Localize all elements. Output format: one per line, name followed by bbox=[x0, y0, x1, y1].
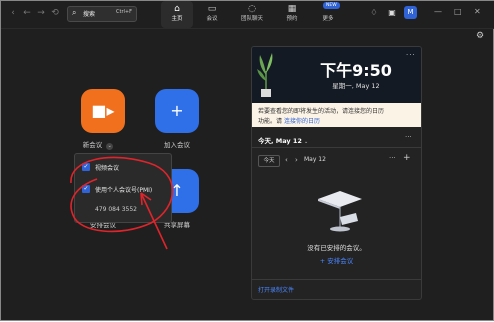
plus-icon: + bbox=[170, 101, 184, 120]
current-time: 下午9:50 bbox=[320, 61, 392, 80]
back-arrow-icon[interactable]: ← bbox=[21, 7, 33, 19]
new-meeting-dropdown: ✓ 视频会议 ✓ 使用个人会议号(PMI) 479 084 3552 bbox=[74, 153, 172, 223]
next-day-icon[interactable]: › bbox=[295, 155, 298, 165]
tab-scheduler-label: 预约 bbox=[286, 16, 298, 22]
avatar[interactable]: M bbox=[404, 6, 417, 19]
today-header: 今天, May 12 ⌄ bbox=[258, 137, 309, 145]
tab-team-chat-label: 团队聊天 bbox=[240, 16, 263, 22]
tab-home-label: 主页 bbox=[171, 16, 183, 22]
whiteboard-icon[interactable]: ▣ bbox=[387, 8, 397, 18]
add-event-icon[interactable]: + bbox=[403, 153, 411, 163]
calendar-more-icon[interactable]: ··· bbox=[389, 154, 396, 162]
panel-more-icon[interactable]: ··· bbox=[405, 133, 412, 141]
app-window: ‹ ← → ⟲ ⌕ 搜索 Ctrl+F ⌂ 主页 ▭ 会议 ◌ 团队聊天 ▦ 预… bbox=[0, 0, 494, 321]
use-pmi-checkbox[interactable]: ✓ bbox=[82, 185, 90, 193]
use-pmi-label: 使用个人会议号(PMI) bbox=[95, 187, 153, 194]
tab-team-chat[interactable]: ◌ 团队聊天 bbox=[233, 1, 271, 28]
notice-text: 若要查看您的即将发生的活动，请连接您的日历 bbox=[258, 108, 385, 115]
search-icon: ⌕ bbox=[72, 8, 77, 17]
hero-more-icon[interactable]: ··· bbox=[406, 51, 416, 59]
join-meeting-label: 加入会议 bbox=[164, 141, 190, 149]
current-date: 星期一, May 12 bbox=[332, 82, 380, 90]
video-on-checkbox[interactable]: ✓ bbox=[82, 163, 90, 171]
video-on-label: 视频会议 bbox=[95, 165, 120, 172]
chevron-down-icon[interactable]: ⌄ bbox=[304, 139, 308, 145]
home-icon: ⌂ bbox=[174, 4, 180, 14]
chevron-down-icon[interactable]: ⌄ bbox=[106, 143, 114, 150]
forward-arrow-icon[interactable]: → bbox=[35, 7, 47, 19]
top-toolbar: ‹ ← → ⟲ ⌕ 搜索 Ctrl+F ⌂ 主页 ▭ 会议 ◌ 团队聊天 ▦ 预… bbox=[1, 1, 494, 29]
calendar-icon: ▦ bbox=[287, 4, 297, 14]
search-label: 搜索 bbox=[83, 11, 96, 18]
back-icon[interactable]: ‹ bbox=[7, 7, 19, 19]
new-badge: NEW bbox=[323, 2, 340, 9]
no-meetings-text: 没有已安排的会议。 bbox=[307, 244, 366, 252]
connect-calendar-link[interactable]: 连接你的日历 bbox=[284, 118, 320, 125]
calendar-panel: 下午9:50 星期一, May 12 ··· 若要查看您的即将发生的活动，请连接… bbox=[251, 46, 422, 300]
history-icon[interactable]: ⟲ bbox=[49, 7, 61, 19]
empty-calendar-illustration bbox=[318, 191, 362, 232]
tab-meetings[interactable]: ▭ 会议 bbox=[197, 1, 227, 28]
schedule-meeting-link[interactable]: + 安排会议 bbox=[252, 255, 421, 265]
pmi-number: 479 084 3552 bbox=[95, 206, 137, 213]
tab-home[interactable]: ⌂ 主页 bbox=[161, 1, 193, 28]
prev-day-icon[interactable]: ‹ bbox=[285, 155, 288, 165]
video-icon: ▭ bbox=[207, 4, 217, 14]
chat-icon: ◌ bbox=[248, 4, 256, 14]
new-meeting-label: 新会议 ⌄ bbox=[82, 141, 114, 150]
join-meeting-button[interactable]: + bbox=[155, 89, 199, 133]
notice-line2: 功能。请 连接你的日历 bbox=[258, 118, 320, 125]
search-box[interactable]: ⌕ 搜索 Ctrl+F bbox=[67, 6, 137, 22]
close-icon[interactable]: ✕ bbox=[474, 7, 481, 17]
today-button[interactable]: 今天 bbox=[258, 155, 280, 167]
tab-scheduler[interactable]: ▦ 预约 bbox=[277, 1, 307, 28]
tab-more-label: 更多 bbox=[322, 16, 334, 22]
divider bbox=[252, 279, 421, 280]
tab-meetings-label: 会议 bbox=[206, 16, 218, 22]
gear-icon[interactable]: ⚙ bbox=[476, 31, 484, 41]
notifications-icon[interactable]: ♢ bbox=[369, 8, 379, 18]
calendar-notice: 若要查看您的即将发生的活动，请连接您的日历 功能。请 连接你的日历 bbox=[252, 103, 421, 127]
calendar-date-label: May 12 bbox=[304, 156, 326, 163]
search-shortcut: Ctrl+F bbox=[116, 9, 132, 15]
video-camera-icon: ■▸ bbox=[91, 101, 115, 120]
minimize-icon[interactable]: — bbox=[434, 7, 442, 17]
clock-hero: 下午9:50 星期一, May 12 ··· bbox=[252, 47, 421, 103]
maximize-icon[interactable]: □ bbox=[454, 7, 462, 17]
plant-illustration bbox=[257, 53, 273, 97]
open-recordings-link[interactable]: 打开录制文件 bbox=[258, 285, 294, 294]
divider bbox=[252, 147, 421, 148]
new-meeting-button[interactable]: ■▸ bbox=[81, 89, 125, 133]
